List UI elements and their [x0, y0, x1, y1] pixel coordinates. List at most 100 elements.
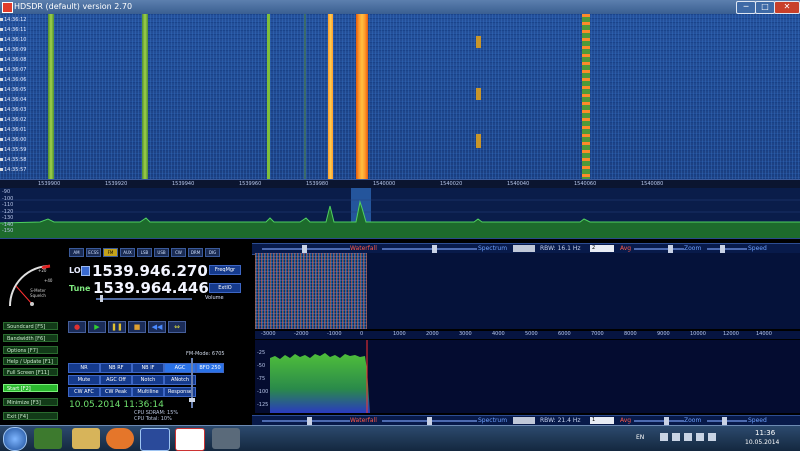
audio-spectrum[interactable]: -25 -50 -75 -100 -125: [255, 340, 800, 413]
left-button-4[interactable]: Full Screen [F11]: [3, 368, 58, 376]
signal-band-green: [48, 14, 54, 179]
tray-icon[interactable]: [660, 433, 668, 441]
zoom-slider-knob-top[interactable]: [668, 245, 673, 253]
spectrum-slider-knob[interactable]: [432, 245, 437, 253]
mode-button-dig[interactable]: DIG: [205, 248, 220, 257]
speed-slider-bottom[interactable]: [707, 420, 747, 422]
left-button-6[interactable]: Minimize [F3]: [3, 398, 58, 406]
waterfall-slider-knob-bottom[interactable]: [307, 417, 312, 425]
dsp-button[interactable]: NR: [68, 363, 100, 373]
speed-slider-knob-bottom[interactable]: [722, 417, 727, 425]
spectrum-slider-knob-bottom[interactable]: [427, 417, 432, 425]
audio-db-label: -75: [257, 376, 266, 382]
audio-spectrum-plot: [270, 340, 370, 413]
spectrum-slider[interactable]: [382, 248, 477, 250]
lo-lock-icon[interactable]: [81, 266, 90, 276]
transport-button[interactable]: ■: [128, 321, 146, 333]
waterfall-label-top: Waterfall: [350, 245, 377, 252]
squelch-knob[interactable]: [189, 398, 195, 402]
db-label: -150: [2, 228, 14, 234]
volume-slider-knob[interactable]: [100, 295, 103, 302]
avg-select-top[interactable]: 2: [590, 245, 614, 252]
mode-button-lsb[interactable]: LSB: [137, 248, 152, 257]
mode-button-drm[interactable]: DRM: [188, 248, 203, 257]
tool-app-icon[interactable]: [212, 428, 240, 449]
avg-select-bottom[interactable]: 1: [590, 417, 614, 424]
zoom-slider-bottom[interactable]: [634, 420, 684, 422]
mode-button-fm[interactable]: FM: [103, 248, 118, 257]
volume-slider[interactable]: [96, 298, 192, 300]
time-label: 14:36:06: [0, 77, 32, 87]
datetime-display: 10.05.2014 11:36:14: [69, 400, 164, 410]
zoom-slider-top[interactable]: [634, 248, 684, 250]
utorrent-icon[interactable]: [34, 428, 62, 449]
spectrum-label-top: Spectrum: [478, 245, 508, 252]
zoom-waterfall[interactable]: [255, 253, 800, 329]
tray-icon[interactable]: [672, 433, 680, 441]
rbw-spinner-bottom[interactable]: [513, 417, 535, 424]
mode-button-am[interactable]: AM: [69, 248, 84, 257]
start-button[interactable]: [3, 427, 27, 451]
left-button-1[interactable]: Bandwidth [F6]: [3, 334, 58, 342]
audio-frequency-tick: 0: [360, 331, 364, 337]
language-indicator[interactable]: EN: [636, 434, 644, 441]
waterfall-slider-bottom[interactable]: [262, 420, 350, 422]
tray-icon[interactable]: [684, 433, 692, 441]
dsp-button[interactable]: NB IF: [132, 363, 164, 373]
extio-button[interactable]: ExtIO: [209, 283, 241, 293]
dsp-button[interactable]: BFO 250: [196, 363, 224, 373]
code-app-icon[interactable]: [175, 428, 205, 451]
mode-button-aux[interactable]: AUX: [120, 248, 135, 257]
audio-frequency-tick: -3000: [261, 331, 276, 337]
transport-button[interactable]: ❚❚: [108, 321, 126, 333]
zoom-slider-knob-bottom[interactable]: [664, 417, 669, 425]
left-button-2[interactable]: Options [F7]: [3, 346, 58, 354]
left-button-3[interactable]: Help / Update [F1]: [3, 357, 58, 365]
left-button-5[interactable]: Start [F2]: [3, 384, 58, 392]
mode-button-usb[interactable]: USB: [154, 248, 169, 257]
dsp-button[interactable]: CW Peak: [100, 387, 132, 397]
signal-burst: [476, 88, 481, 100]
dsp-button[interactable]: Notch: [132, 375, 164, 385]
mode-button-ecss[interactable]: ECSS: [86, 248, 101, 257]
hdsdr-taskbar-icon[interactable]: [140, 428, 170, 451]
audio-db-label: -50: [257, 363, 266, 369]
rbw-spinner[interactable]: [513, 245, 535, 252]
dsp-button[interactable]: CW AFC: [68, 387, 100, 397]
transport-button[interactable]: ⇔: [168, 321, 186, 333]
dsp-button[interactable]: NB RF: [100, 363, 132, 373]
left-button-7[interactable]: Exit [F4]: [3, 412, 58, 420]
dsp-button[interactable]: Mute: [68, 375, 100, 385]
explorer-icon[interactable]: [72, 428, 100, 449]
clock-time[interactable]: 11:36: [755, 429, 775, 437]
time-label: 14:36:10: [0, 37, 32, 47]
avg-label-bottom: Avg: [620, 417, 632, 424]
transport-button[interactable]: ●: [68, 321, 86, 333]
close-button[interactable]: ✕: [774, 1, 800, 14]
transport-button[interactable]: ▶: [88, 321, 106, 333]
main-waterfall[interactable]: 14:36:12 14:36:11 14:36:10 14:36:09 14:36:08…: [0, 14, 800, 179]
audio-frequency-tick: 6000: [558, 331, 571, 337]
left-button-0[interactable]: Soundcard [F5]: [3, 322, 58, 330]
clock-date[interactable]: 10.05.2014: [745, 439, 779, 446]
waterfall-slider-knob[interactable]: [302, 245, 307, 253]
maximize-button[interactable]: □: [755, 1, 775, 14]
minimize-button[interactable]: ─: [736, 1, 756, 14]
main-spectrum[interactable]: -90 -100 -110 -120 -130 -140 -150: [0, 188, 800, 239]
lo-frequency[interactable]: 1539.946.270: [92, 262, 208, 280]
firefox-icon[interactable]: [106, 428, 134, 449]
mode-button-cw[interactable]: CW: [171, 248, 186, 257]
speed-slider-top[interactable]: [707, 248, 747, 250]
transport-button[interactable]: ◀◀: [148, 321, 166, 333]
speed-slider-knob-top[interactable]: [720, 245, 725, 253]
frequency-tick-label: 1539960: [239, 181, 262, 187]
freq-manager-button[interactable]: FreqMgr: [209, 265, 241, 275]
smeter-label-mid: +40: [44, 278, 53, 283]
dsp-button[interactable]: AGC Off: [100, 375, 132, 385]
signal-burst: [476, 36, 481, 48]
tray-icon[interactable]: [696, 433, 704, 441]
tune-frequency[interactable]: 1539.964.446: [93, 279, 209, 297]
s-meter: +20 +40: [9, 264, 53, 307]
dsp-button[interactable]: Multiline: [132, 387, 164, 397]
volume-tray-icon[interactable]: [708, 433, 716, 441]
